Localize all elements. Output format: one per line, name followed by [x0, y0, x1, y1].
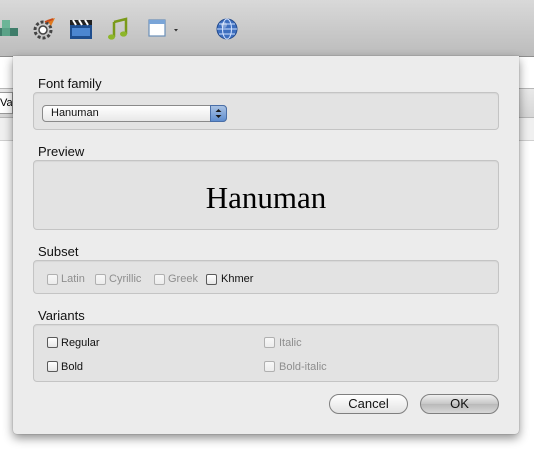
clapperboard-icon[interactable] [68, 16, 94, 42]
subset-label: Subset [38, 244, 79, 259]
variant-bold-italic-checkbox[interactable] [264, 361, 275, 372]
variant-italic-checkbox[interactable] [264, 337, 275, 348]
variant-italic-label: Italic [279, 337, 302, 349]
gear-icon[interactable] [31, 16, 57, 42]
variant-regular-checkbox[interactable] [47, 337, 58, 348]
variants-label: Variants [38, 308, 85, 323]
app-window: Va Font family Hanuman Preview Hanuman S… [0, 0, 534, 452]
cancel-button[interactable]: Cancel [329, 394, 408, 414]
popup-arrows-icon [210, 105, 227, 122]
subset-cyrillic-checkbox[interactable] [95, 274, 106, 285]
subset-latin-label: Latin [61, 273, 85, 285]
preview-label: Preview [38, 144, 85, 159]
variant-regular-label: Regular [61, 337, 100, 349]
subset-latin-checkbox[interactable] [47, 274, 58, 285]
window-tile-icon[interactable] [0, 16, 18, 42]
ok-button[interactable]: OK [420, 394, 499, 414]
background-cell: Va [0, 92, 13, 114]
music-note-icon[interactable] [105, 16, 131, 42]
variant-bold-label: Bold [61, 361, 84, 373]
variant-bold-checkbox[interactable] [47, 361, 58, 372]
subset-greek-checkbox[interactable] [154, 274, 165, 285]
font-family-popup[interactable]: Hanuman [42, 105, 227, 122]
font-family-selected: Hanuman [51, 107, 99, 119]
font-selection-sheet: Font family Hanuman Preview Hanuman Subs… [13, 56, 519, 434]
globe-icon[interactable] [214, 16, 240, 42]
window-menu-icon[interactable] [147, 16, 183, 42]
subset-cyrillic-label: Cyrillic [109, 273, 142, 285]
subset-khmer-label: Khmer [221, 273, 254, 285]
variants-group [33, 324, 499, 382]
preview-sample-text: Hanuman [205, 180, 327, 215]
font-family-label: Font family [38, 76, 102, 91]
main-toolbar [0, 0, 534, 57]
subset-greek-label: Greek [168, 273, 198, 285]
subset-khmer-checkbox[interactable] [206, 274, 217, 285]
variant-bold-italic-label: Bold-italic [279, 361, 327, 373]
